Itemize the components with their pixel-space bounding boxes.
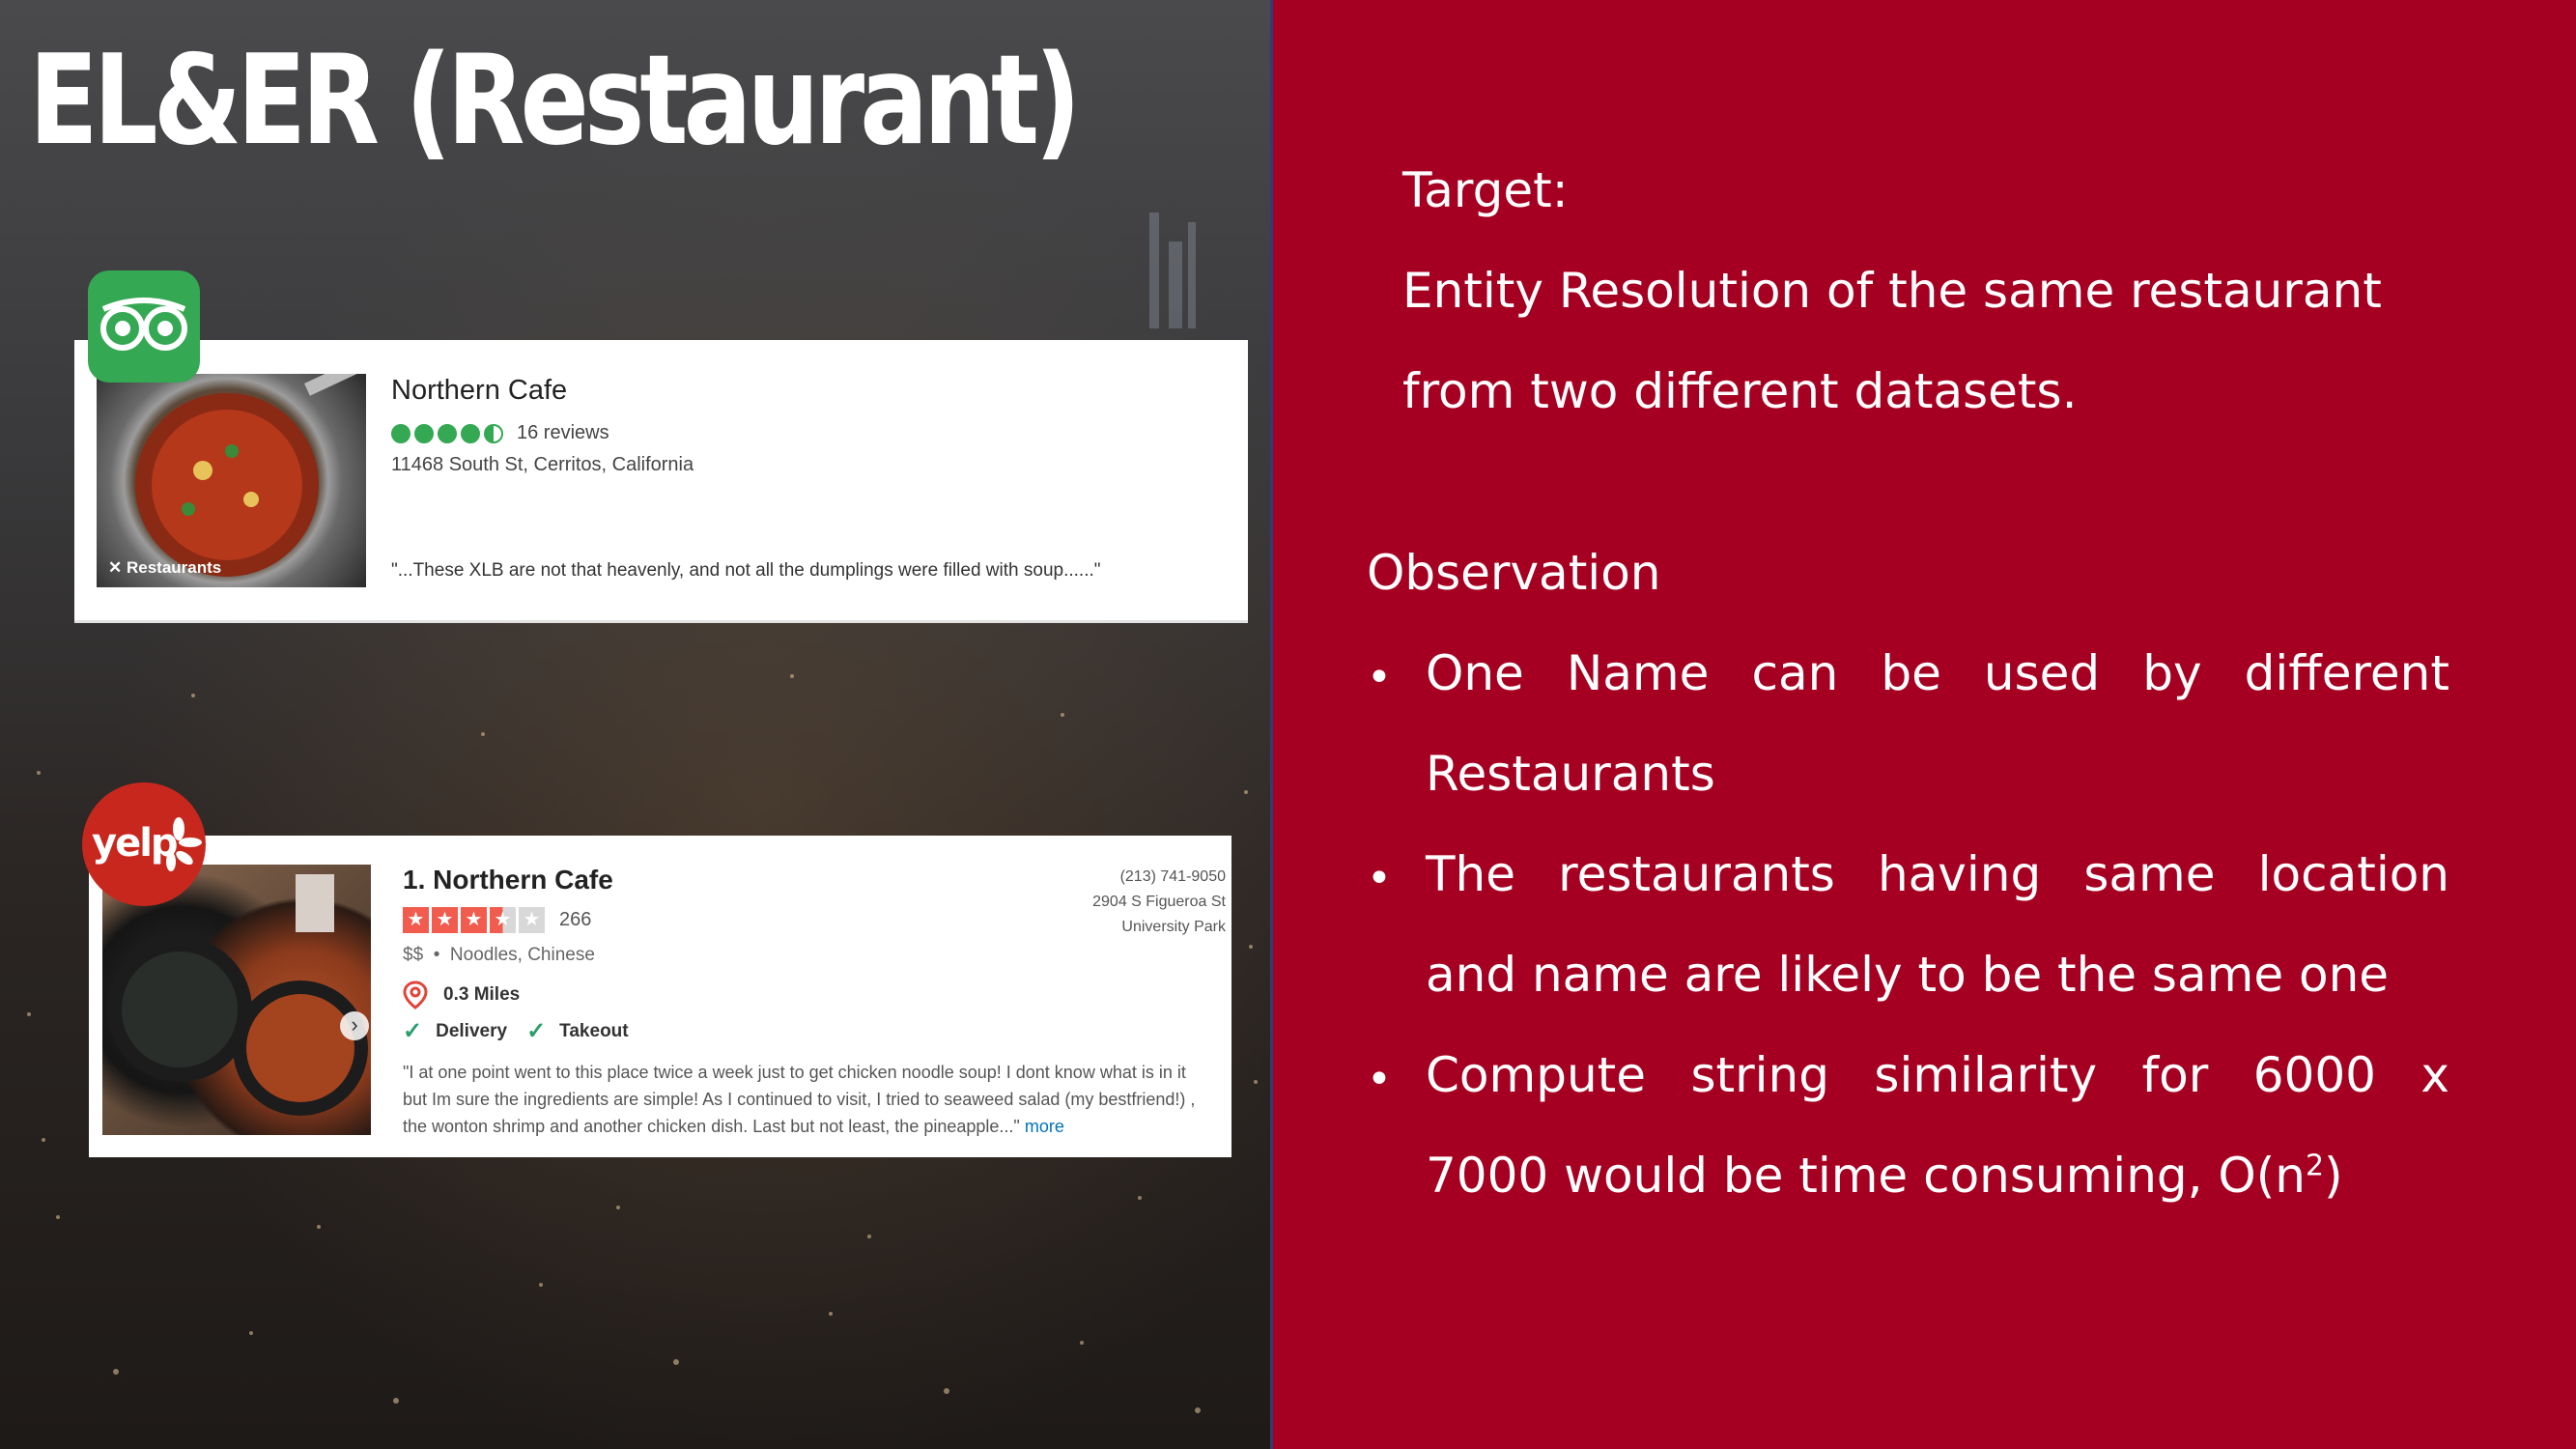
location-pin-icon <box>403 980 428 1009</box>
content-panel: Target: Entity Resolution of the same re… <box>1270 0 2576 1449</box>
review-snippet: "I at one point went to this place twice… <box>403 1059 1214 1141</box>
food-pan-illustration <box>135 374 366 577</box>
review-snippet: "...These XLB are not that heavenly, and… <box>391 560 1101 581</box>
word: Compute <box>1426 1047 1647 1103</box>
superscript: 2 <box>2305 1149 2325 1183</box>
rating-bubble-icon <box>391 423 410 443</box>
bullet-dot: • <box>1367 653 1392 702</box>
neighborhood: University Park <box>1121 919 1226 935</box>
next-photo-arrow-icon[interactable]: › <box>340 1011 369 1040</box>
utensils-icon: ✕ <box>108 558 127 577</box>
word: used <box>1983 645 2101 701</box>
slide-title: EL&ER (Restaurant) <box>29 29 1081 173</box>
word: string <box>1690 1047 1829 1103</box>
rating-bubble-icon <box>461 423 480 443</box>
target-text-line2: from two different datasets. <box>1402 363 2078 419</box>
word: The <box>1426 846 1515 902</box>
target-text-line1: Entity Resolution of the same restaurant <box>1402 263 2382 319</box>
star-icon: ★ <box>461 907 487 933</box>
bullet2-line1: The restaurants having same location <box>1426 846 2449 902</box>
bullet3-line1: Compute string similarity for 6000 x <box>1426 1047 2449 1103</box>
bullet1-line1: One Name can be used by different <box>1426 645 2449 701</box>
photo-category-label: ✕ Restaurants <box>108 558 222 577</box>
service-tag-delivery: Delivery <box>436 1020 508 1041</box>
star-icon: ★ <box>432 907 458 933</box>
yelp-logo-icon: yelp <box>82 782 206 906</box>
review-count[interactable]: 266 <box>559 909 591 931</box>
word: similarity <box>1874 1047 2098 1103</box>
check-icon: ✓ <box>403 1018 423 1044</box>
service-tags: ✓ Delivery ✓ Takeout <box>403 1017 648 1045</box>
phone-number[interactable]: (213) 741-9050 <box>1092 865 1226 890</box>
bullet3-text: 7000 would be time consuming, O(n <box>1426 1148 2306 1204</box>
street-address: 2904 S Figueroa St <box>1092 894 1226 910</box>
bullet3-close: ) <box>2324 1148 2343 1204</box>
empty-star-icon: ★ <box>519 907 545 933</box>
contact-info: (213) 741-9050 2904 S Figueroa St Univer… <box>1092 865 1226 940</box>
distance-value: 0.3 Miles <box>443 984 521 1005</box>
rating-half-bubble-icon <box>484 423 503 443</box>
word: same <box>2083 846 2216 902</box>
restaurant-photo[interactable]: ✕ Restaurants <box>97 374 366 587</box>
word: be <box>1881 645 1941 701</box>
bullet2-line2: and name are likely to be the same one <box>1426 947 2390 1003</box>
word: 6000 <box>2252 1047 2376 1103</box>
word: can <box>1751 645 1839 701</box>
word: for <box>2141 1047 2209 1103</box>
bullet-dot: • <box>1367 1055 1392 1104</box>
bullet-dot: • <box>1367 854 1392 903</box>
rating-bubble-icon <box>438 423 457 443</box>
bubble-rating: 16 reviews <box>391 422 609 444</box>
tripadvisor-listing-card[interactable]: ✕ Restaurants Northern Cafe 16 reviews 1… <box>74 340 1248 623</box>
observation-heading: Observation <box>1367 545 1661 601</box>
target-heading: Target: <box>1402 162 1569 218</box>
check-icon: ✓ <box>526 1018 547 1044</box>
half-star-icon: ★ <box>490 907 516 933</box>
restaurant-name[interactable]: Northern Cafe <box>391 375 567 407</box>
word: Name <box>1566 645 1710 701</box>
yelp-listing-card[interactable]: › 1. Northern Cafe ★ ★ ★ ★ ★ 266 $$ • No… <box>89 836 1231 1157</box>
background-photo-panel: EL&ER (Restaurant) ✕ Restaurants Norther… <box>0 0 1270 1449</box>
word: having <box>1877 846 2042 902</box>
price-and-categories: $$ • Noodles, Chinese <box>403 945 595 966</box>
category-list[interactable]: Noodles, Chinese <box>450 945 595 965</box>
yelp-burst-icon <box>166 817 202 871</box>
word: x <box>2420 1047 2449 1103</box>
word: different <box>2244 645 2449 701</box>
word: location <box>2257 846 2449 902</box>
bullet3-line2: 7000 would be time consuming, O(n2) <box>1426 1148 2343 1204</box>
separator-dot: • <box>428 945 450 965</box>
city-lights-background <box>27 213 1258 1413</box>
more-link[interactable]: more <box>1025 1117 1064 1136</box>
rating-bubble-icon <box>414 423 434 443</box>
word: by <box>2142 645 2202 701</box>
service-tag-takeout: Takeout <box>559 1020 629 1041</box>
price-level: $$ <box>403 945 424 965</box>
tripadvisor-logo-icon <box>88 270 200 383</box>
word: restaurants <box>1558 846 1835 902</box>
restaurant-name[interactable]: 1. Northern Cafe <box>403 865 613 895</box>
bullet1-line2: Restaurants <box>1426 746 1715 802</box>
star-icon: ★ <box>403 907 429 933</box>
review-text: "I at one point went to this place twice… <box>403 1063 1196 1136</box>
word: One <box>1426 645 1524 701</box>
distance: 0.3 Miles <box>403 980 520 1009</box>
restaurant-address: 11468 South St, Cerritos, California <box>391 454 694 475</box>
star-rating: ★ ★ ★ ★ ★ 266 <box>403 907 591 933</box>
review-count[interactable]: 16 reviews <box>517 422 609 444</box>
